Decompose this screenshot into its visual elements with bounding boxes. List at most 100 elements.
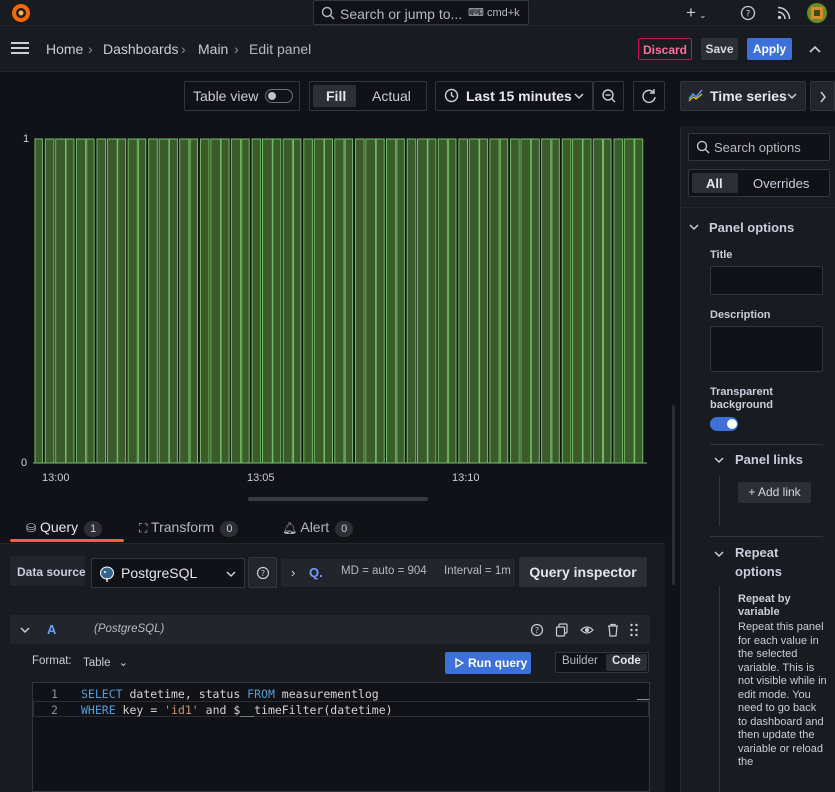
- sql-code-editor[interactable]: 1 SELECT datetime, status FROM measureme…: [32, 682, 650, 792]
- menu-icon[interactable]: [10, 40, 30, 56]
- search-placeholder: Search or jump to...: [340, 6, 463, 22]
- query-row-header[interactable]: A (PostgreSQL) ?: [10, 615, 650, 644]
- title-input[interactable]: [710, 266, 823, 295]
- y-tick-label: 0: [21, 457, 27, 469]
- chart-bar: [634, 138, 644, 464]
- format-label: Format:: [32, 655, 72, 667]
- query-inspector-button[interactable]: Query inspector: [519, 557, 647, 587]
- sql-text: datetime, status: [122, 687, 248, 701]
- options-filter-segment: All Overrides: [688, 169, 830, 197]
- tab-alert[interactable]: 🔔︎ Alert 0: [282, 519, 354, 537]
- datasource-help-button[interactable]: ?: [248, 557, 277, 588]
- drag-handle-icon[interactable]: [629, 623, 639, 637]
- add-new-button[interactable]: + ⌄: [686, 3, 706, 23]
- options-search-input[interactable]: Search options: [688, 133, 830, 161]
- time-series-chart[interactable]: 1 0 13:00 13:05 13:10: [0, 125, 670, 490]
- refresh-button[interactable]: [633, 81, 665, 111]
- tab-transform[interactable]: ⛶ Transform 0: [139, 519, 239, 537]
- keyboard-shortcut: ⌨ cmd+k: [468, 7, 520, 19]
- resize-handle[interactable]: [248, 497, 428, 501]
- bell-icon: 🔔︎: [282, 521, 298, 535]
- chart-bar: [210, 138, 222, 464]
- query-options-bar[interactable]: › Q. MD = auto = 904 Interval = 1m: [281, 559, 515, 587]
- repeat-options-header[interactable]: Repeat: [735, 545, 778, 560]
- tab-query-label: Query: [39, 519, 79, 535]
- transparent-background-switch[interactable]: [710, 417, 738, 431]
- divider: [681, 207, 835, 208]
- news-feed-icon[interactable]: [776, 5, 792, 21]
- actual-option[interactable]: Actual: [372, 88, 411, 104]
- datasource-select[interactable]: PostgreSQL: [91, 558, 245, 588]
- chart-bar: [499, 138, 509, 464]
- chevron-right-icon: ›: [234, 41, 239, 57]
- query-letter[interactable]: A: [47, 622, 56, 637]
- chart-bar: [241, 138, 250, 464]
- repeat-options-header-line-2: options: [735, 564, 782, 579]
- zoom-out-button[interactable]: [593, 81, 624, 111]
- scrollbar[interactable]: [672, 405, 675, 585]
- transparent-label: Transparent: [710, 386, 773, 398]
- discard-button[interactable]: Discard: [638, 38, 692, 60]
- user-avatar-icon[interactable]: [806, 2, 828, 24]
- options-search-placeholder: Search options: [714, 140, 801, 155]
- save-button[interactable]: Save: [701, 38, 738, 60]
- code-line-2: WHERE key = 'id1' and $__timeFilter(date…: [81, 703, 393, 717]
- panel-options-header[interactable]: Panel options: [709, 220, 794, 235]
- chart-bar: [561, 138, 572, 464]
- grafana-logo-icon[interactable]: [10, 2, 32, 24]
- run-query-label: Run query: [468, 656, 528, 670]
- description-textarea[interactable]: [710, 326, 823, 372]
- refresh-icon: [642, 89, 656, 103]
- repeat-by-variable-label: Repeat by: [738, 593, 791, 605]
- help-icon[interactable]: ?: [530, 623, 544, 637]
- duplicate-icon[interactable]: [555, 623, 569, 637]
- chart-bar: [386, 138, 397, 464]
- apply-button[interactable]: Apply: [747, 38, 792, 60]
- builder-option[interactable]: Builder: [562, 655, 598, 667]
- tab-transform-count: 0: [220, 521, 239, 537]
- postgresql-icon: [100, 566, 114, 582]
- line-number: 1: [51, 687, 58, 701]
- table-view-switch[interactable]: [265, 89, 293, 103]
- chart-bar: [117, 138, 127, 464]
- tab-alert-count: 0: [335, 521, 354, 537]
- chart-bar: [572, 138, 583, 464]
- chart-bar: [137, 138, 147, 464]
- svg-text:?: ?: [535, 626, 539, 635]
- chevron-down-icon[interactable]: [714, 456, 724, 464]
- time-range-label: Last 15 minutes: [466, 88, 572, 104]
- toggle-options-button[interactable]: [810, 81, 835, 111]
- collapse-chevron-up-icon[interactable]: [809, 44, 821, 54]
- breadcrumb-home[interactable]: Home: [46, 41, 83, 57]
- eye-icon[interactable]: [580, 623, 594, 637]
- tab-overrides[interactable]: Overrides: [753, 176, 809, 191]
- x-tick-label: 13:00: [42, 472, 70, 484]
- chevron-down-icon[interactable]: [689, 223, 699, 231]
- help-icon[interactable]: ?: [740, 5, 756, 21]
- svg-text:?: ?: [746, 10, 751, 20]
- trash-icon[interactable]: [606, 623, 620, 637]
- panel-links-header[interactable]: Panel links: [735, 452, 803, 467]
- tab-query[interactable]: ⛁ Query 1: [26, 519, 103, 537]
- chart-bar: [334, 138, 345, 464]
- chart-bar: [168, 138, 178, 464]
- format-select[interactable]: Table ⌄: [83, 655, 128, 669]
- run-query-button[interactable]: Run query: [445, 652, 531, 674]
- visualization-label: Time series: [710, 88, 787, 104]
- svg-text:?: ?: [261, 569, 265, 578]
- chart-bar: [282, 138, 293, 464]
- breadcrumb-dashboards[interactable]: Dashboards: [103, 41, 179, 57]
- help-icon: ?: [256, 566, 270, 580]
- chevron-down-icon[interactable]: [20, 626, 30, 634]
- chart-bars: [33, 138, 647, 464]
- chart-bar: [582, 138, 592, 464]
- chevron-right-icon: [820, 91, 826, 103]
- add-link-button[interactable]: + Add link: [738, 482, 811, 503]
- chart-bar: [520, 138, 532, 464]
- chart-bar: [262, 138, 273, 464]
- code-line-1: SELECT datetime, status FROM measurement…: [81, 687, 379, 701]
- transform-icon: ⛶: [139, 521, 148, 535]
- breadcrumb-main[interactable]: Main: [198, 41, 228, 57]
- chevron-down-icon[interactable]: [714, 550, 724, 558]
- search-input[interactable]: Search or jump to... ⌨ cmd+k: [313, 0, 529, 25]
